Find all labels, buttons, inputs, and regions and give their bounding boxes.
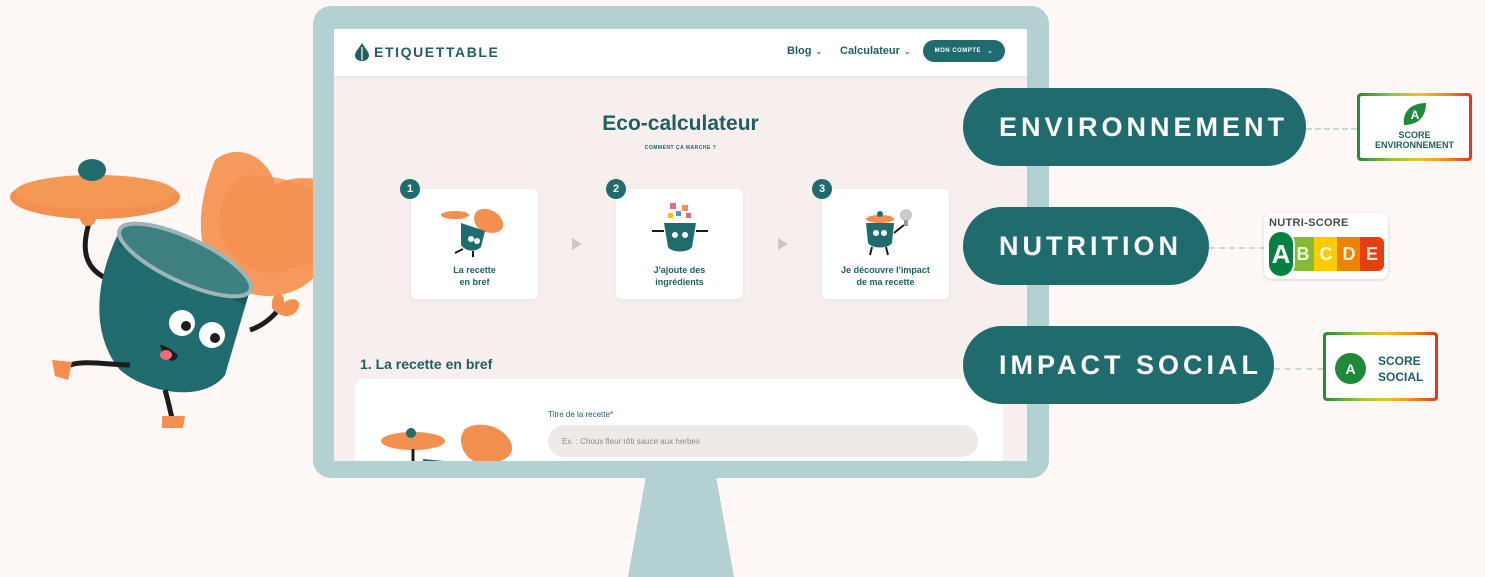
step-card-3[interactable]: Je découvre l'impact de ma recette: [822, 189, 949, 299]
environment-pill-label: ENVIRONNEMENT: [999, 111, 1289, 142]
browser-screen: ETIQUETTABLE Blog ⌄ Calculateur ⌄ MON COMP…: [334, 29, 1027, 461]
pot-lightbulb-icon: [866, 209, 912, 256]
play-arrow-icon: [778, 238, 788, 250]
environment-pill: ENVIRONNEMENT: [963, 88, 1306, 166]
leaf-icon: A: [1403, 103, 1426, 125]
nutri-grade-d: D: [1337, 237, 1361, 271]
chevron-down-icon: ⌄: [903, 47, 911, 56]
section-title-recipe-brief: 1. La recette en bref: [360, 356, 493, 372]
social-grade: A: [1335, 353, 1366, 384]
step-3-number: 3: [812, 179, 832, 199]
nutri-grade-e: E: [1360, 237, 1384, 271]
pot-mascot-small-illustration: [381, 424, 513, 461]
step-1-label-line1: La recette: [453, 265, 496, 275]
step-1-number: 1: [400, 179, 420, 199]
nutrition-pill: NUTRITION: [963, 207, 1209, 285]
step-3-label-line2: de ma recette: [856, 277, 915, 287]
env-badge-line1: SCORE: [1398, 130, 1431, 140]
step-3-label: Je découvre l'impact de ma recette: [822, 264, 949, 288]
play-arrow-icon: [572, 238, 582, 250]
nav-calculator-label: Calculateur: [840, 45, 900, 57]
pot-ingredients-icon: [652, 203, 708, 252]
brand-logo-text[interactable]: ETIQUETTABLE: [374, 44, 500, 60]
nav-blog[interactable]: Blog ⌄: [787, 45, 822, 57]
step-card-1[interactable]: La recette en bref: [411, 189, 538, 299]
step-2-label-line2: ingrédients: [655, 277, 704, 287]
nutrition-pill-label: NUTRITION: [999, 230, 1182, 261]
nav-calculator[interactable]: Calculateur ⌄: [840, 45, 911, 57]
nutri-score-title: NUTRI-SCORE: [1269, 217, 1349, 229]
nutri-grade-c: C: [1314, 237, 1338, 271]
social-badge-line1: SCORE: [1378, 354, 1421, 368]
my-account-button[interactable]: MON COMPTE ⌄: [923, 40, 1005, 62]
page-title: Eco-calculateur: [602, 112, 759, 135]
recipe-title-label: Titre de la recette*: [548, 410, 614, 419]
chevron-down-icon: ⌄: [815, 47, 823, 56]
social-impact-pill-label: IMPACT SOCIAL: [999, 349, 1262, 380]
recipe-form-card: Titre de la recette*: [355, 379, 1003, 461]
badge-inner: A SCORE ENVIRONNEMENT: [1360, 96, 1469, 158]
social-badge-text: SCORE SOCIAL: [1378, 353, 1423, 385]
social-badge-line2: SOCIAL: [1378, 370, 1424, 384]
step-1-label-line2: en bref: [459, 277, 490, 287]
step-2-number: 2: [606, 179, 626, 199]
env-grade: A: [1411, 108, 1420, 122]
step-1-label: La recette en bref: [411, 264, 538, 288]
monitor-stand: [628, 470, 734, 577]
recipe-title-input[interactable]: [548, 425, 978, 457]
nutri-grade-a-selected: A: [1267, 230, 1295, 278]
pot-mascot-icon: [441, 208, 504, 257]
nav-blog-label: Blog: [787, 45, 812, 57]
step-3-label-line1: Je découvre l'impact: [841, 265, 930, 275]
env-badge-line2: ENVIRONNEMENT: [1374, 140, 1454, 150]
top-navbar: ETIQUETTABLE Blog ⌄ Calculateur ⌄ MON COMP…: [334, 29, 1027, 76]
connector-line: [1209, 247, 1265, 249]
leaf-drop-icon: [355, 43, 369, 61]
my-account-label: MON COMPTE: [934, 48, 981, 54]
score-environnement-badge: A SCORE ENVIRONNEMENT: [1357, 93, 1472, 161]
chevron-down-icon: ⌄: [986, 48, 994, 55]
step-card-2[interactable]: J'ajoute des ingrédients: [616, 189, 743, 299]
social-impact-pill: IMPACT SOCIAL: [963, 326, 1274, 404]
step-2-label: J'ajoute des ingrédients: [616, 264, 743, 288]
connector-line: [1306, 128, 1357, 130]
score-social-badge: A SCORE SOCIAL: [1323, 332, 1438, 401]
badge-inner: A SCORE SOCIAL: [1326, 335, 1435, 398]
how-it-works-subtitle[interactable]: COMMENT ÇA MARCHE ?: [334, 145, 1027, 151]
step-2-label-line1: J'ajoute des: [653, 265, 706, 275]
connector-line: [1274, 368, 1323, 370]
